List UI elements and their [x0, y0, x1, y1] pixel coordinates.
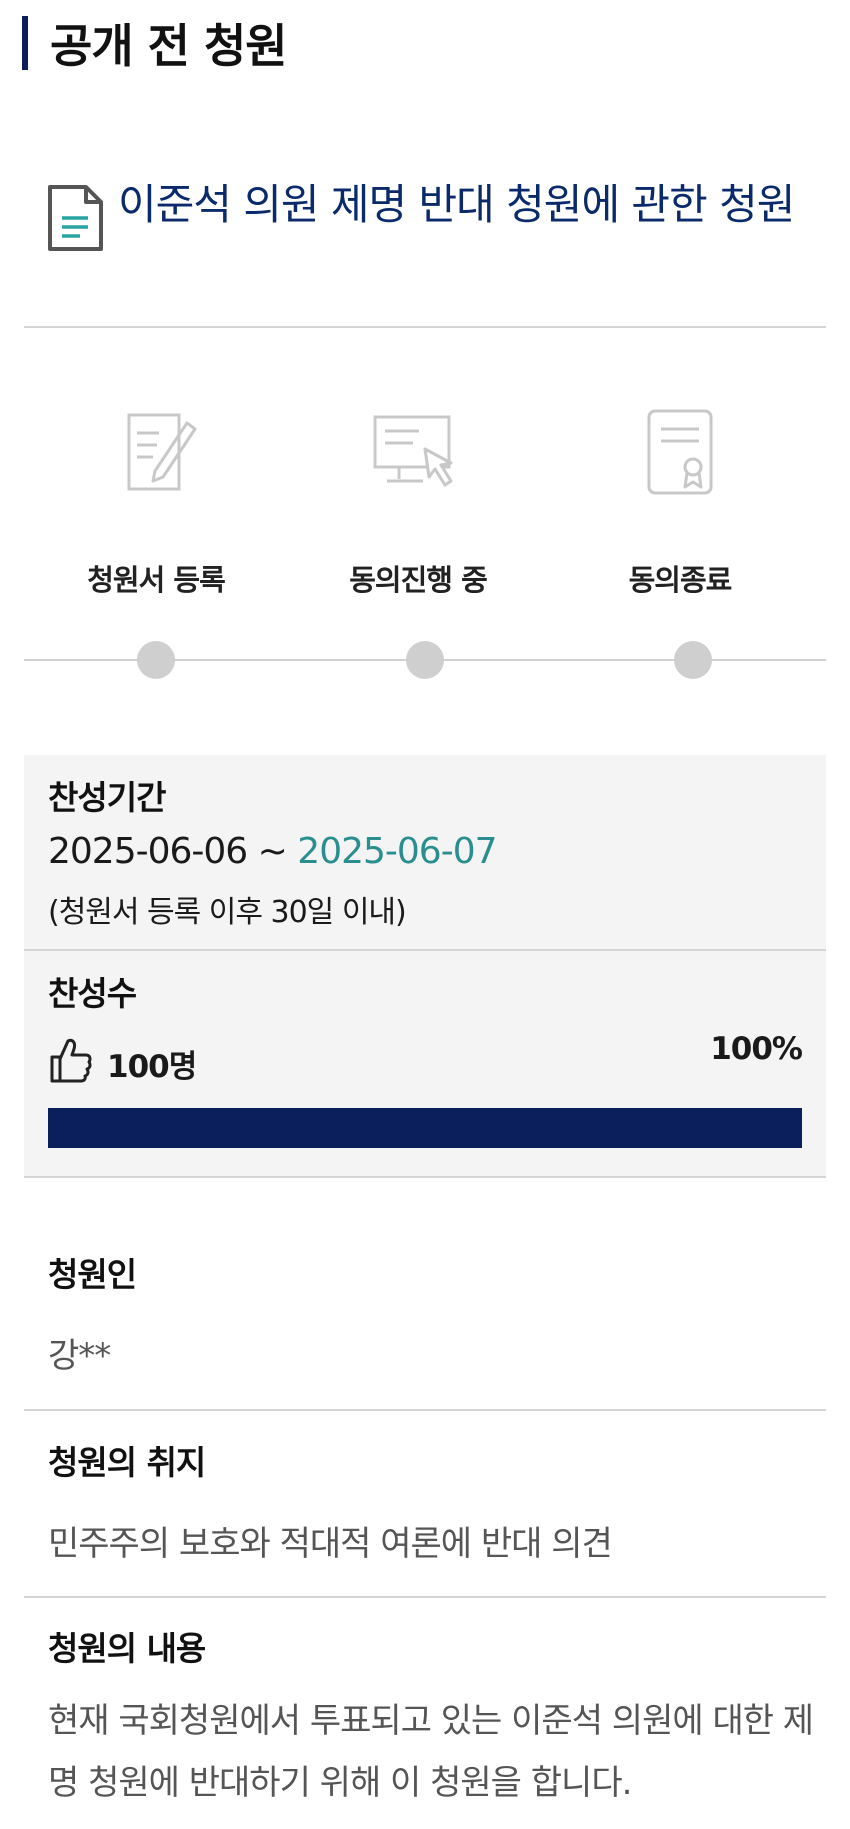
content-value: 현재 국회청원에서 투표되고 있는 이준석 의원에 대한 제명 청원에 반대하기… [48, 1701, 814, 1803]
step-registration: 청원서 등록 [46, 405, 266, 605]
support-progress-bar [48, 1108, 802, 1148]
divider [24, 1596, 826, 1598]
step-in-progress: 동의진행 중 [308, 405, 528, 605]
step-dot-registration [137, 641, 175, 679]
support-count: 100명 [107, 1049, 197, 1085]
period-start: 2025-06-06 [48, 831, 248, 872]
petition-title: 이준석 의원 제명 반대 청원에 관한 청원 [118, 180, 795, 229]
thumbs-up-icon [50, 1038, 92, 1083]
content-label: 청원의 내용 [48, 1629, 206, 1668]
step-complete: 동의종료 [570, 405, 790, 605]
section-accent-bar [22, 16, 28, 70]
support-period-box: 찬성기간 2025-06-06 ~ 2025-06-07 (청원서 등록 이후 … [24, 755, 826, 949]
step-label: 동의진행 중 [349, 563, 488, 597]
support-count-box: 찬성수 100명 100% [24, 951, 826, 1176]
support-count-title: 찬성수 [48, 974, 137, 1013]
step-label: 동의종료 [628, 563, 733, 597]
petitioner-value: 강** [48, 1336, 111, 1376]
purpose-value: 민주주의 보호와 적대적 여론에 반대 의견 [48, 1524, 613, 1564]
section-header: 공개 전 청원 [22, 8, 288, 78]
certificate-icon [647, 409, 713, 495]
divider [24, 1409, 826, 1411]
divider [24, 1176, 826, 1178]
support-period-dates: 2025-06-06 ~ 2025-06-07 [48, 831, 498, 872]
step-dot-in-progress [406, 641, 444, 679]
document-icon [48, 185, 103, 251]
divider [24, 326, 826, 328]
section-title: 공개 전 청원 [50, 19, 288, 73]
petition-title-block: 이준석 의원 제명 반대 청원에 관한 청원 [46, 180, 826, 252]
period-end: 2025-06-07 [297, 831, 497, 872]
step-dot-complete [674, 641, 712, 679]
pen-document-icon [127, 413, 197, 491]
computer-click-icon [373, 415, 453, 487]
step-label: 청원서 등록 [87, 563, 226, 597]
petitioner-label: 청원인 [48, 1255, 137, 1294]
purpose-label: 청원의 취지 [48, 1443, 206, 1482]
support-progress-fill [48, 1108, 802, 1148]
period-separator: ~ [257, 831, 288, 872]
support-percent: 100% [710, 1031, 803, 1067]
support-period-title: 찬성기간 [48, 778, 166, 817]
support-period-note: (청원서 등록 이후 30일 이내) [48, 895, 407, 930]
